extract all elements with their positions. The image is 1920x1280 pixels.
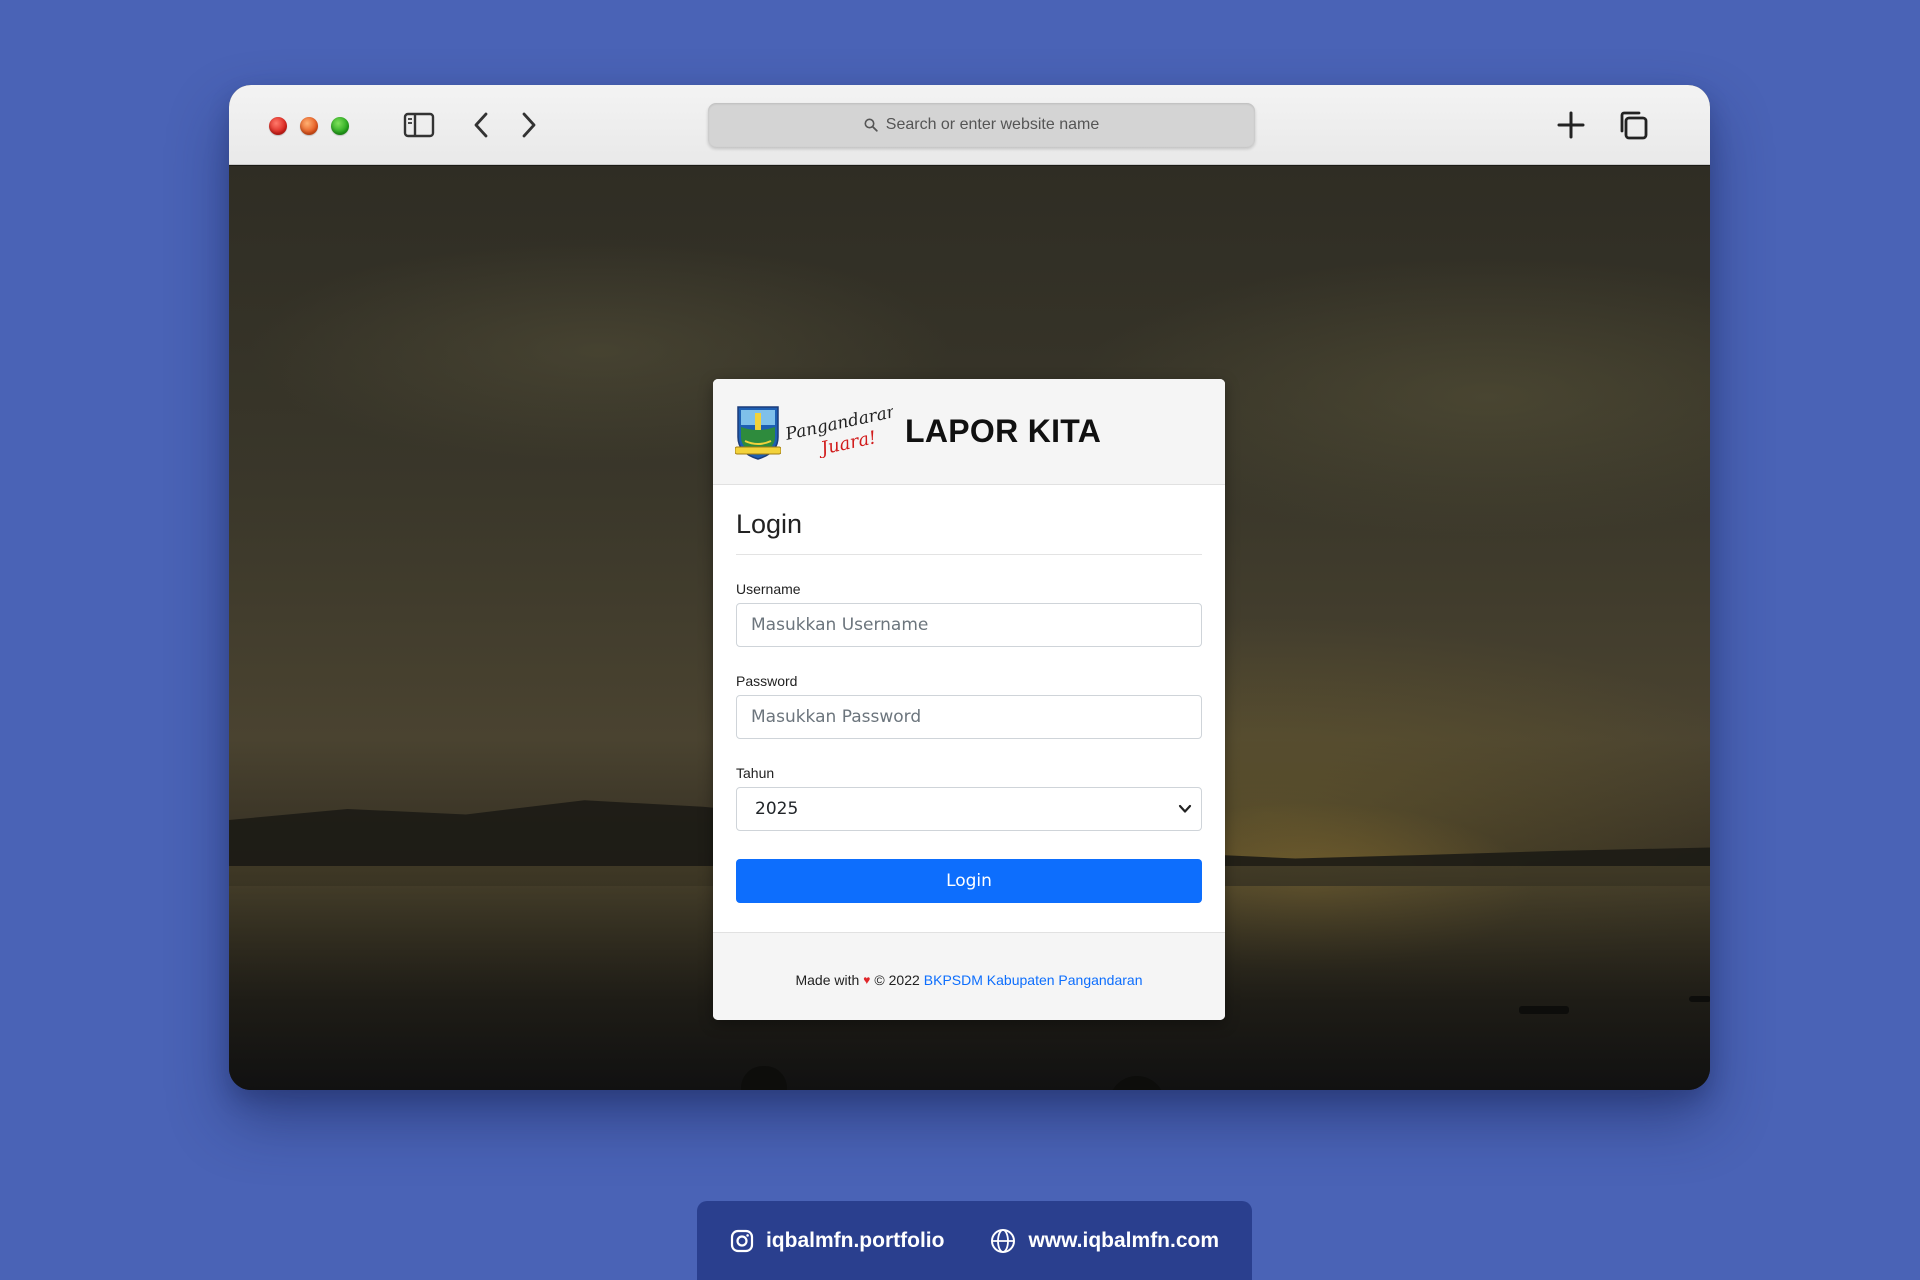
password-label: Password xyxy=(736,673,798,689)
footer-made-with: Made with xyxy=(795,971,860,988)
boat-silhouette xyxy=(1689,996,1710,1002)
password-input[interactable] xyxy=(736,695,1202,739)
social-bar: iqbalmfn.portfolio www.iqbalmfn.com xyxy=(697,1201,1252,1280)
search-icon xyxy=(864,118,878,132)
new-tab-plus-icon[interactable] xyxy=(1553,107,1589,143)
login-heading: Login xyxy=(736,509,1202,555)
pangandaran-crest-logo xyxy=(735,405,781,460)
username-input[interactable] xyxy=(736,603,1202,647)
website-link[interactable]: www.iqbalmfn.com xyxy=(990,1228,1219,1254)
instagram-icon xyxy=(730,1229,754,1252)
forward-arrow-icon[interactable] xyxy=(511,107,547,143)
sidebar-toggle-icon[interactable] xyxy=(401,107,437,143)
address-placeholder: Search or enter website name xyxy=(885,116,1100,133)
login-card: Pangandaran Juara! LAPOR KITA Login User… xyxy=(713,379,1225,1020)
globe-icon xyxy=(991,1228,1016,1253)
boat-silhouette xyxy=(1519,1006,1569,1014)
maximize-window-button[interactable] xyxy=(331,117,349,135)
window-controls xyxy=(269,117,349,135)
browser-window: Search or enter website name Pangandaran… xyxy=(229,85,1710,1090)
back-arrow-icon[interactable] xyxy=(463,107,499,143)
year-label: Tahun xyxy=(736,765,775,781)
heart-icon: ♥ xyxy=(863,972,871,987)
address-bar[interactable]: Search or enter website name xyxy=(708,103,1255,147)
card-header: Pangandaran Juara! LAPOR KITA xyxy=(713,379,1225,485)
page-background: Pangandaran Juara! LAPOR KITA Login User… xyxy=(229,166,1710,1090)
website-text: www.iqbalmfn.com xyxy=(1028,1228,1220,1252)
login-form: Login Username Password Tahun 2025 Login xyxy=(713,485,1225,903)
browser-toolbar: Search or enter website name xyxy=(229,85,1710,165)
year-select[interactable]: 2025 xyxy=(736,787,1202,831)
close-window-button[interactable] xyxy=(269,117,287,135)
card-footer: Made with ♥ © 2022 BKPSDM Kabupaten Pang… xyxy=(713,932,1225,1020)
pangandaran-juara-logo: Pangandaran Juara! xyxy=(783,406,893,458)
year-select-wrapper: 2025 xyxy=(736,787,1202,831)
instagram-text: iqbalmfn.portfolio xyxy=(765,1228,945,1252)
tab-overview-icon[interactable] xyxy=(1615,107,1651,143)
minimize-window-button[interactable] xyxy=(300,117,318,135)
footer-organization-link[interactable]: BKPSDM Kabupaten Pangandaran xyxy=(924,972,1143,988)
username-label: Username xyxy=(736,581,801,597)
login-button[interactable]: Login xyxy=(736,859,1202,903)
footer-copyright: © 2022 xyxy=(874,971,920,988)
app-title: LAPOR KITA xyxy=(905,413,1102,449)
instagram-handle[interactable]: iqbalmfn.portfolio xyxy=(730,1229,944,1253)
